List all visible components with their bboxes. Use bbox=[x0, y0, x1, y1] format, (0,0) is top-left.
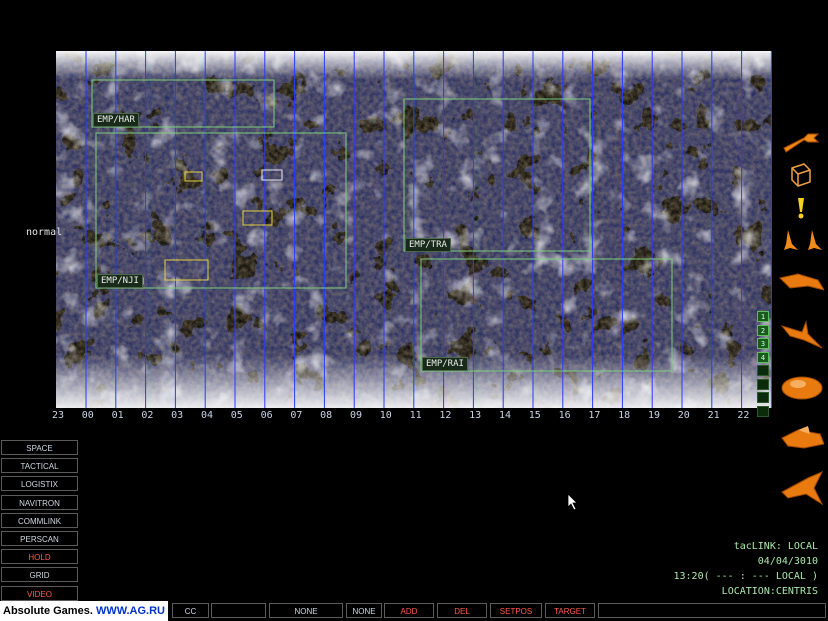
layer-button[interactable]: 4 bbox=[757, 351, 769, 363]
timezone-label: 03 bbox=[171, 410, 184, 421]
alert-icon[interactable] bbox=[778, 196, 824, 220]
fighter-icon[interactable] bbox=[778, 266, 824, 298]
layer-button[interactable]: 1 bbox=[757, 311, 769, 322]
layer-button[interactable]: 7 bbox=[757, 392, 769, 403]
timezone-label: 21 bbox=[707, 410, 720, 421]
menu-item-logistix[interactable]: LOGISTIX bbox=[1, 476, 78, 492]
toolbar-button-del[interactable]: DEL bbox=[437, 603, 487, 618]
timezone-label: 10 bbox=[379, 410, 392, 421]
ag-logo: Absolute Games. WWW.AG.RU bbox=[0, 601, 168, 621]
timezone-label: 07 bbox=[290, 410, 303, 421]
timezone-label: 17 bbox=[588, 410, 601, 421]
timezone-label: 19 bbox=[647, 410, 661, 421]
bomber-icon[interactable] bbox=[778, 424, 824, 454]
gunship-icon[interactable] bbox=[778, 468, 824, 508]
toolbar-button-blank-1[interactable] bbox=[211, 603, 266, 618]
timezone-label: 06 bbox=[260, 410, 273, 421]
date-readout: 04/04/3010 bbox=[757, 556, 818, 567]
layer-button[interactable]: 5 bbox=[757, 365, 769, 376]
taclink-status: tacLINK: LOCAL bbox=[733, 541, 818, 552]
layer-button[interactable]: 8 bbox=[757, 405, 769, 417]
timezone-label: 23 bbox=[51, 410, 65, 421]
layer-button[interactable]: 3 bbox=[757, 338, 769, 349]
timezone-label: 04 bbox=[200, 410, 214, 421]
timezone-label: 15 bbox=[528, 410, 541, 421]
cube-icon[interactable] bbox=[778, 160, 824, 188]
timezone-label: 00 bbox=[81, 410, 94, 421]
region-label: EMP/NJI bbox=[97, 274, 143, 288]
toolbar-button-none[interactable]: NONE bbox=[269, 603, 343, 618]
map-mode-label: normal bbox=[26, 227, 63, 238]
timezone-label: 13 bbox=[469, 410, 482, 421]
location-readout: LOCATION:CENTRIS bbox=[721, 586, 818, 597]
timezone-label: 01 bbox=[111, 410, 124, 421]
timezone-label: 16 bbox=[558, 410, 571, 421]
toolbar-button-add[interactable]: ADD bbox=[384, 603, 434, 618]
timezone-label: 09 bbox=[349, 410, 363, 421]
region-label: EMP/TRA bbox=[405, 238, 451, 252]
menu-item-commlink[interactable]: COMMLINK bbox=[1, 512, 78, 528]
time-readout: 13:20( --- : --- LOCAL ) bbox=[673, 571, 819, 582]
wrench-icon[interactable] bbox=[778, 128, 824, 158]
region-label: EMP/HAR bbox=[93, 113, 139, 127]
menu-item-video[interactable]: VIDEO bbox=[1, 585, 78, 601]
toolbar-button-setpos[interactable]: SETPOS bbox=[490, 603, 542, 618]
timezone-label: 11 bbox=[409, 410, 422, 421]
menu-item-perscan[interactable]: PERSCAN bbox=[1, 531, 78, 546]
logo-url-text: WWW.AG.RU bbox=[95, 605, 165, 617]
timezone-label: 20 bbox=[677, 410, 690, 421]
menu-item-space[interactable]: SPACE bbox=[1, 440, 78, 455]
layer-button[interactable]: 2 bbox=[757, 324, 769, 336]
mouse-cursor-icon bbox=[567, 493, 578, 511]
planet-map-graphic bbox=[56, 51, 772, 408]
toolbar-button-cc[interactable]: CC bbox=[172, 603, 209, 618]
menu-item-hold[interactable]: HOLD bbox=[1, 549, 78, 565]
timezone-label: 18 bbox=[618, 410, 631, 421]
planet-map[interactable]: EMP/HAR EMP/NJI EMP/TRA EMP/RAI bbox=[56, 51, 772, 408]
pod-icon[interactable] bbox=[778, 372, 824, 404]
toolbar-button-none[interactable]: NONE bbox=[346, 603, 382, 618]
layer-button[interactable]: 6 bbox=[757, 378, 769, 390]
menu-item-navitron[interactable]: NAVITRON bbox=[1, 494, 78, 510]
interceptor-icon[interactable] bbox=[778, 318, 824, 352]
timezone-label: 08 bbox=[320, 410, 333, 421]
region-label: EMP/RAI bbox=[422, 357, 468, 371]
timezone-label: 02 bbox=[141, 410, 154, 421]
toolbar-button-blank-8[interactable] bbox=[598, 603, 826, 618]
twin-ships-icon[interactable] bbox=[778, 228, 824, 254]
timezone-label: 14 bbox=[498, 410, 512, 421]
toolbar-button-target[interactable]: TARGET bbox=[545, 603, 595, 618]
menu-item-grid[interactable]: GRID bbox=[1, 567, 78, 583]
timezone-label: 22 bbox=[737, 410, 750, 421]
timezone-label: 12 bbox=[439, 410, 452, 421]
menu-item-tactical[interactable]: TACTICAL bbox=[1, 458, 78, 474]
timezone-label: 05 bbox=[230, 410, 243, 421]
logo-text: Absolute Games. bbox=[3, 605, 93, 617]
